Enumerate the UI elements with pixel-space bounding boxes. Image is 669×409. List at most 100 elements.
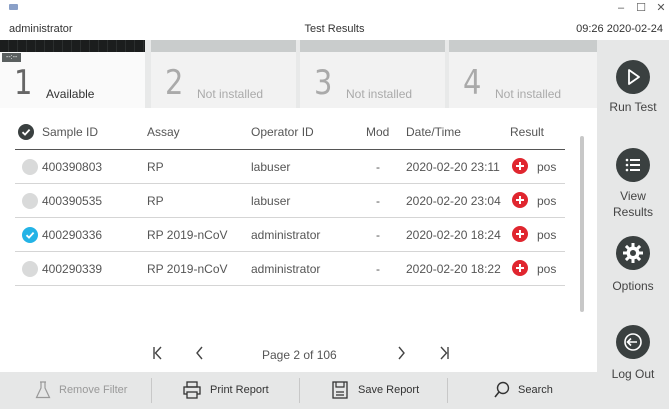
bottom-toolbar: Remove Filter Print Report Save Report S… — [0, 372, 597, 409]
printer-icon — [183, 381, 201, 402]
module-label: Available — [46, 87, 95, 101]
module-number: 4 — [463, 63, 482, 103]
plus-circle-icon — [512, 158, 528, 174]
module-label: Not installed — [495, 87, 562, 101]
module-tab-4[interactable]: 4 Not installed — [449, 40, 597, 108]
module-label: Not installed — [346, 87, 413, 101]
header-assay[interactable]: Assay — [147, 125, 180, 139]
cell-sample-id: 400390535 — [42, 194, 103, 208]
run-test-button[interactable]: Run Test — [597, 60, 669, 115]
check-icon — [25, 231, 35, 239]
plus-circle-icon — [512, 260, 528, 276]
cell-sample-id: 400390803 — [42, 160, 103, 174]
last-page-button[interactable] — [438, 346, 450, 364]
clock: 09:26 2020-02-24 — [576, 23, 663, 35]
first-page-button[interactable] — [152, 346, 164, 364]
remove-filter-button[interactable]: Remove Filter — [0, 372, 150, 409]
module-label: Not installed — [197, 87, 264, 101]
cell-assay: RP — [147, 194, 164, 208]
cell-assay: RP 2019-nCoV — [147, 228, 228, 242]
search-label: Search — [518, 384, 553, 396]
magnifier-icon — [494, 381, 510, 402]
log-out-label: Log Out — [611, 367, 655, 381]
module-number: 2 — [165, 63, 184, 103]
print-report-label: Print Report — [210, 384, 269, 396]
cell-operator: administrator — [251, 262, 321, 276]
cell-result: pos — [537, 160, 557, 174]
header-sample-id[interactable]: Sample ID — [42, 125, 98, 139]
view-results-label-line1: View — [620, 189, 646, 203]
page-indicator: Page 2 of 106 — [262, 348, 337, 362]
app-icon — [9, 4, 18, 10]
table-row[interactable]: 400290339 RP 2019-nCoV administrator - 2… — [15, 252, 565, 286]
sidebar: Run Test View Results Options Log Out — [597, 40, 669, 409]
header-operator-id[interactable]: Operator ID — [251, 125, 314, 139]
print-report-button[interactable]: Print Report — [152, 372, 298, 409]
save-report-label: Save Report — [358, 384, 420, 396]
options-button[interactable]: Options — [597, 236, 669, 294]
play-icon — [616, 60, 650, 94]
check-circle-icon[interactable] — [18, 124, 34, 140]
pagination: Page 2 of 106 — [0, 343, 597, 367]
header-mod[interactable]: Mod — [366, 125, 389, 139]
module-timer-badge: --:-- — [2, 53, 22, 62]
module-tab-3[interactable]: 3 Not installed — [300, 40, 445, 108]
save-document-icon — [332, 381, 348, 402]
window-titlebar: – ☐ ✕ — [0, 0, 669, 20]
close-button[interactable]: ✕ — [654, 1, 668, 15]
cell-operator: administrator — [251, 228, 321, 242]
cell-datetime: 2020-02-20 18:22 — [406, 262, 501, 276]
minimize-button[interactable]: – — [614, 1, 628, 15]
module-tab-1[interactable]: --:-- 1 Available — [0, 40, 145, 108]
info-bar: administrator Test Results 09:26 2020-02… — [0, 20, 669, 38]
search-button[interactable]: Search — [448, 372, 597, 409]
flask-icon — [35, 381, 51, 402]
module-status-strip — [449, 40, 597, 52]
row-select-radio[interactable] — [22, 261, 38, 277]
maximize-button[interactable]: ☐ — [634, 1, 648, 15]
view-results-label-line2: Results — [612, 205, 653, 219]
module-tab-2[interactable]: 2 Not installed — [151, 40, 296, 108]
save-report-button[interactable]: Save Report — [300, 372, 446, 409]
table-row[interactable]: 400390535 RP labuser - 2020-02-20 23:04 … — [15, 184, 565, 218]
next-page-button[interactable] — [396, 346, 406, 364]
cell-assay: RP — [147, 160, 164, 174]
row-select-radio[interactable] — [22, 193, 38, 209]
cell-mod: - — [376, 160, 380, 174]
view-results-label: View Results — [597, 188, 669, 220]
module-status-strip — [0, 40, 145, 52]
module-number: 3 — [314, 63, 333, 103]
plus-circle-icon — [512, 192, 528, 208]
logout-arrow-icon — [616, 325, 650, 359]
module-number: 1 — [14, 63, 33, 103]
cell-sample-id: 400290336 — [42, 228, 103, 242]
cell-datetime: 2020-02-20 18:24 — [406, 228, 501, 242]
cell-sample-id: 400290339 — [42, 262, 103, 276]
results-table: Sample ID Assay Operator ID Mod Date/Tim… — [15, 117, 565, 286]
row-select-radio[interactable] — [22, 159, 38, 175]
table-row[interactable]: 400290336 RP 2019-nCoV administrator - 2… — [15, 218, 565, 252]
cell-result: pos — [537, 228, 557, 242]
cell-operator: labuser — [251, 194, 291, 208]
module-status-strip — [300, 40, 445, 52]
header-result[interactable]: Result — [510, 125, 544, 139]
table-header: Sample ID Assay Operator ID Mod Date/Tim… — [15, 117, 565, 150]
plus-circle-icon — [512, 226, 528, 242]
view-results-button[interactable]: View Results — [597, 148, 669, 220]
prev-page-button[interactable] — [195, 346, 205, 364]
header-datetime[interactable]: Date/Time — [406, 125, 461, 139]
cell-operator: labuser — [251, 160, 291, 174]
run-test-label: Run Test — [609, 100, 657, 114]
cell-mod: - — [376, 228, 380, 242]
gear-icon — [616, 236, 650, 270]
log-out-button[interactable]: Log Out — [597, 325, 669, 382]
cell-datetime: 2020-02-20 23:11 — [406, 160, 500, 174]
cell-result: pos — [537, 194, 557, 208]
module-status-strip — [151, 40, 296, 52]
remove-filter-label: Remove Filter — [59, 384, 128, 396]
cell-datetime: 2020-02-20 23:04 — [406, 194, 501, 208]
table-row[interactable]: 400390803 RP labuser - 2020-02-20 23:11 … — [15, 150, 565, 184]
row-select-radio[interactable] — [22, 227, 38, 243]
table-scrollbar[interactable] — [580, 136, 584, 312]
cell-result: pos — [537, 262, 557, 276]
